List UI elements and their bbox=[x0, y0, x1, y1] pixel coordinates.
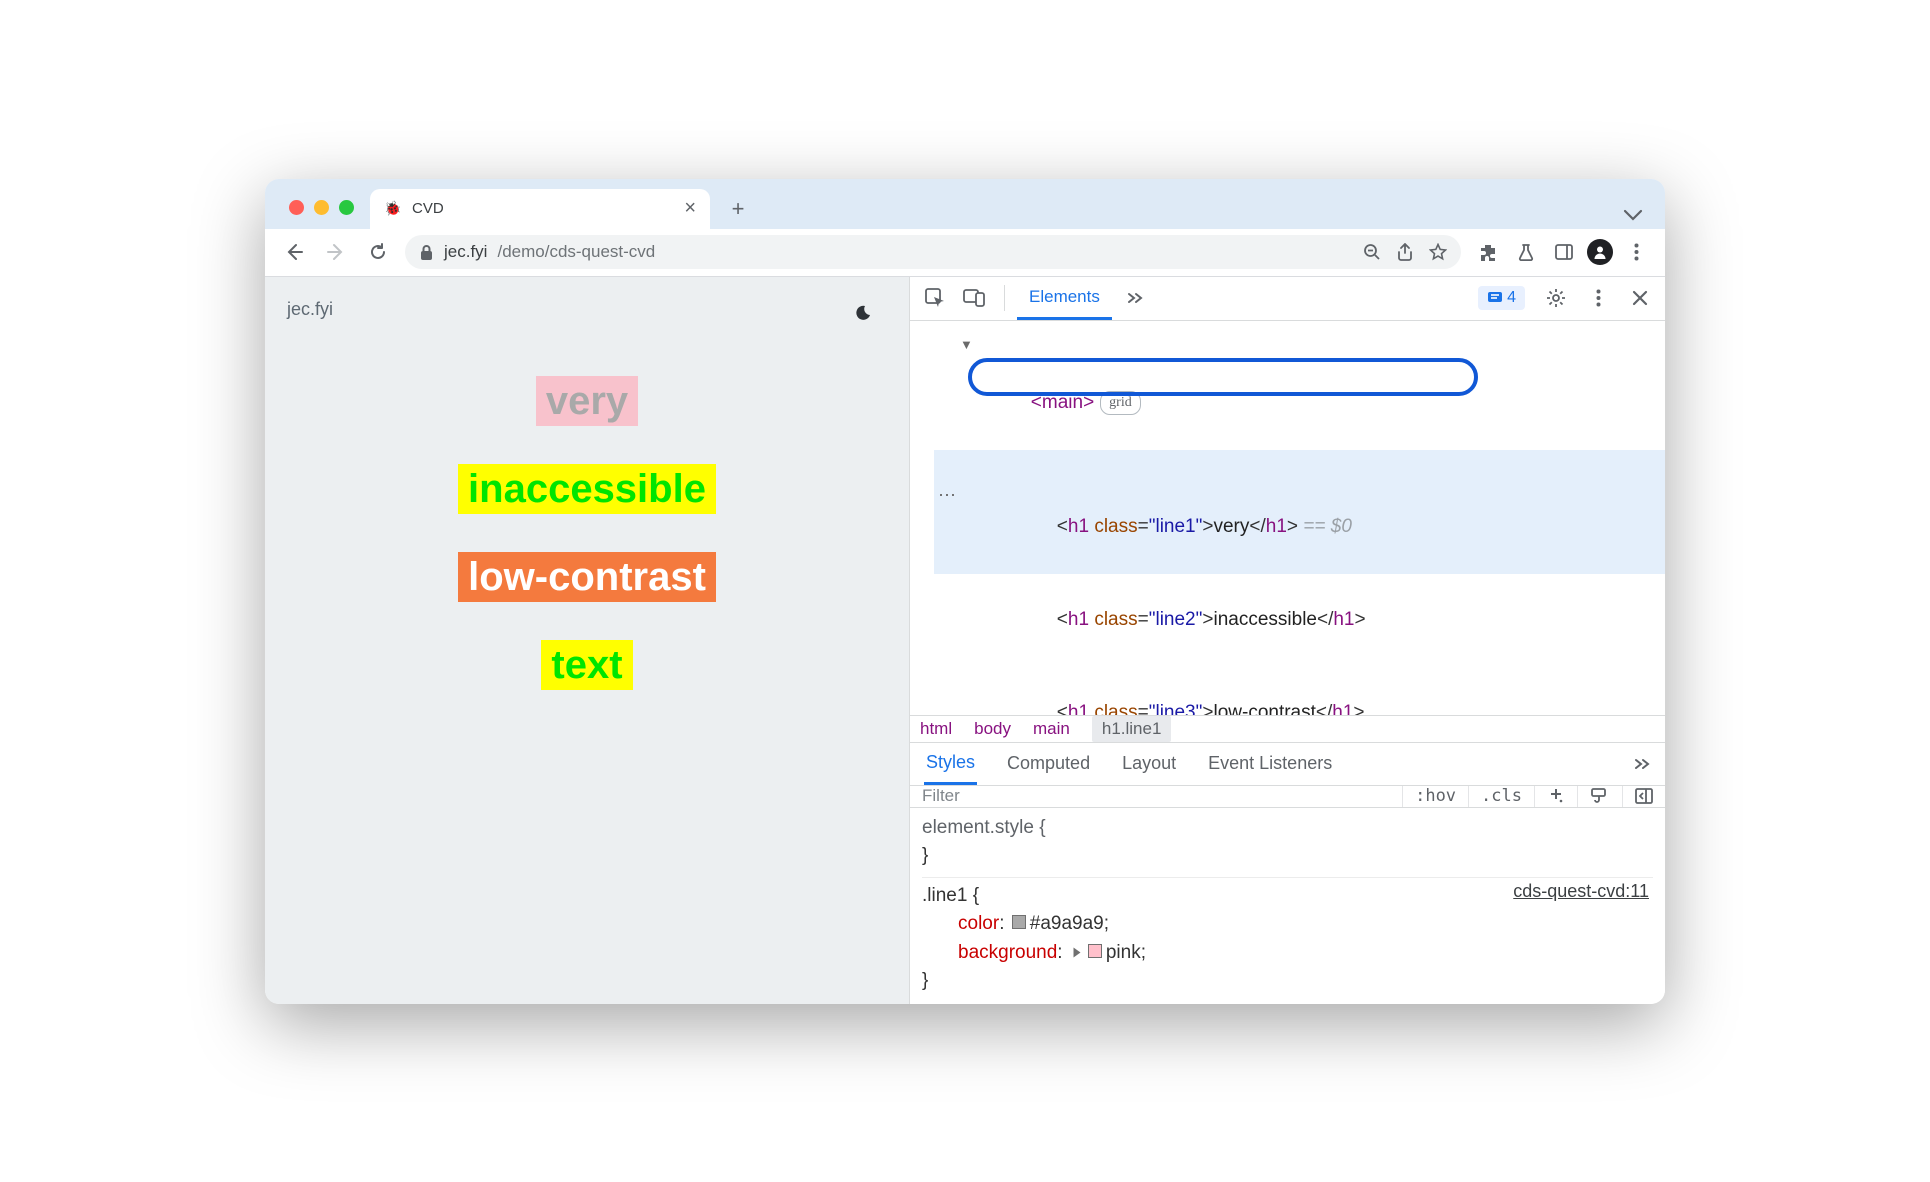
dom-tree[interactable]: ▼ <main>grid ⋯ <h1 class="line1">very</h… bbox=[910, 321, 1665, 715]
rule-line1[interactable]: cds-quest-cvd:11 .line1 { color: #a9a9a9… bbox=[922, 877, 1653, 996]
tab-list-chevron-icon[interactable] bbox=[1623, 209, 1643, 221]
browser-tab[interactable]: 🐞 CVD × bbox=[370, 189, 710, 229]
subtab-styles[interactable]: Styles bbox=[924, 743, 977, 785]
close-window-icon[interactable] bbox=[289, 200, 304, 215]
grid-badge[interactable]: grid bbox=[1100, 391, 1141, 415]
back-button[interactable] bbox=[279, 237, 309, 267]
expand-shorthand-icon[interactable] bbox=[1073, 947, 1080, 957]
subtab-event-listeners[interactable]: Event Listeners bbox=[1206, 744, 1334, 783]
issues-icon bbox=[1487, 291, 1503, 305]
url-domain: jec.fyi bbox=[444, 242, 487, 262]
dom-breadcrumbs: html body main h1.line1 bbox=[910, 715, 1665, 742]
dom-node-h1-line2[interactable]: <h1 class="line2">inaccessible</h1> bbox=[934, 574, 1665, 667]
favicon-icon: 🐞 bbox=[384, 200, 402, 218]
crumb-html[interactable]: html bbox=[920, 719, 952, 739]
heading-line1: very bbox=[536, 376, 638, 426]
heading-line3: low-contrast bbox=[458, 552, 716, 602]
issues-count: 4 bbox=[1507, 289, 1516, 307]
site-name-label: jec.fyi bbox=[287, 299, 887, 320]
color-swatch-icon[interactable] bbox=[1088, 944, 1102, 958]
crumb-main[interactable]: main bbox=[1033, 719, 1070, 739]
more-actions-icon[interactable]: ⋯ bbox=[938, 481, 958, 510]
fullscreen-window-icon[interactable] bbox=[339, 200, 354, 215]
dom-node-h1-line3[interactable]: <h1 class="line3">low-contrast</h1> bbox=[934, 667, 1665, 715]
styles-pane[interactable]: element.style { } cds-quest-cvd:11 .line… bbox=[910, 808, 1665, 1004]
toolbar-right bbox=[1473, 237, 1651, 267]
devtools-tabbar: Elements 4 bbox=[910, 277, 1665, 321]
crumb-body[interactable]: body bbox=[974, 719, 1011, 739]
more-tabs-icon[interactable] bbox=[1118, 281, 1152, 315]
rule-element-style[interactable]: element.style { } bbox=[922, 814, 1653, 871]
color-swatch-icon[interactable] bbox=[1012, 915, 1026, 929]
browser-menu-icon[interactable] bbox=[1621, 237, 1651, 267]
subtab-layout[interactable]: Layout bbox=[1120, 744, 1178, 783]
subtab-computed[interactable]: Computed bbox=[1005, 744, 1092, 783]
more-subtabs-icon[interactable] bbox=[1633, 758, 1651, 770]
share-icon[interactable] bbox=[1397, 243, 1413, 261]
computed-sidebar-icon[interactable] bbox=[1622, 786, 1665, 807]
devtools-close-icon[interactable] bbox=[1623, 281, 1657, 315]
extensions-icon[interactable] bbox=[1473, 237, 1503, 267]
new-tab-button[interactable]: + bbox=[722, 193, 754, 225]
lock-icon bbox=[419, 244, 434, 261]
rendered-page: jec.fyi very inaccessible low-contrast t… bbox=[265, 277, 909, 1004]
browser-window: 🐞 CVD × + jec.fyi/demo/cds-quest-cvd bbox=[265, 179, 1665, 1004]
paint-brush-icon[interactable] bbox=[1577, 786, 1622, 807]
devtools-menu-icon[interactable] bbox=[1581, 281, 1615, 315]
tab-strip: 🐞 CVD × + bbox=[265, 179, 1665, 229]
heading-line4: text bbox=[541, 640, 632, 690]
profile-avatar-icon[interactable] bbox=[1587, 239, 1613, 265]
devtools-panel: Elements 4 ▼ <main>grid bbox=[909, 277, 1665, 1004]
close-tab-icon[interactable]: × bbox=[684, 197, 696, 220]
headings-stack: very inaccessible low-contrast text bbox=[287, 376, 887, 690]
inspect-element-icon[interactable] bbox=[918, 281, 952, 315]
reload-button[interactable] bbox=[363, 237, 393, 267]
dom-node-h1-line1-selected[interactable]: ⋯ <h1 class="line1">very</h1> == $0 bbox=[934, 450, 1665, 574]
side-panel-icon[interactable] bbox=[1549, 237, 1579, 267]
minimize-window-icon[interactable] bbox=[314, 200, 329, 215]
zoom-icon[interactable] bbox=[1363, 243, 1381, 261]
address-bar[interactable]: jec.fyi/demo/cds-quest-cvd bbox=[405, 235, 1461, 269]
forward-button[interactable] bbox=[321, 237, 351, 267]
styles-filter-row: Filter :hov .cls bbox=[910, 786, 1665, 808]
bookmark-star-icon[interactable] bbox=[1429, 243, 1447, 261]
content-area: jec.fyi very inaccessible low-contrast t… bbox=[265, 277, 1665, 1004]
browser-toolbar: jec.fyi/demo/cds-quest-cvd bbox=[265, 229, 1665, 277]
dark-mode-toggle[interactable] bbox=[849, 297, 883, 331]
tab-elements[interactable]: Elements bbox=[1017, 277, 1112, 320]
hover-toggle[interactable]: :hov bbox=[1402, 786, 1468, 807]
labs-flask-icon[interactable] bbox=[1511, 237, 1541, 267]
url-path: /demo/cds-quest-cvd bbox=[497, 242, 655, 262]
new-style-rule-button[interactable] bbox=[1534, 786, 1577, 807]
tab-title: CVD bbox=[412, 200, 674, 217]
source-link[interactable]: cds-quest-cvd:11 bbox=[1513, 878, 1649, 905]
device-toolbar-icon[interactable] bbox=[958, 281, 992, 315]
crumb-h1-line1[interactable]: h1.line1 bbox=[1092, 716, 1172, 742]
devtools-settings-icon[interactable] bbox=[1539, 281, 1573, 315]
dom-node-main[interactable]: ▼ <main>grid bbox=[934, 327, 1665, 451]
heading-line2: inaccessible bbox=[458, 464, 716, 514]
issues-badge[interactable]: 4 bbox=[1478, 286, 1525, 310]
window-controls bbox=[289, 200, 354, 215]
cls-toggle[interactable]: .cls bbox=[1468, 786, 1534, 807]
styles-subtabs: Styles Computed Layout Event Listeners bbox=[910, 742, 1665, 786]
styles-filter-input[interactable]: Filter bbox=[910, 786, 1402, 806]
